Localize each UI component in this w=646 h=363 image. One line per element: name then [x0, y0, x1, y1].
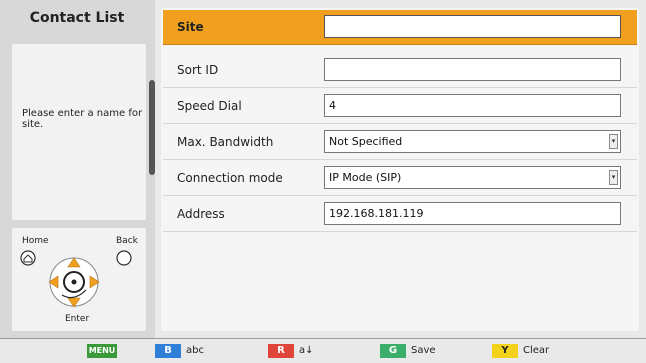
menu-key[interactable]: MENU — [87, 344, 117, 358]
row-address[interactable]: Address 192.168.181.119 — [163, 197, 637, 232]
red-key-label: a↓ — [299, 345, 314, 356]
chevron-down-icon[interactable]: ▾ — [609, 134, 618, 149]
max-bandwidth-label: Max. Bandwidth — [177, 135, 274, 149]
row-speed-dial[interactable]: Speed Dial 4 — [163, 89, 637, 124]
row-sort-id[interactable]: Sort ID — [163, 53, 637, 88]
green-key-label: Save — [411, 345, 436, 356]
site-input[interactable] — [324, 15, 621, 38]
key-guide: MENU B abc R a↓ G Save Y Clear — [0, 339, 646, 363]
address-input[interactable]: 192.168.181.119 — [324, 202, 621, 225]
row-connection-mode[interactable]: Connection mode IP Mode (SIP) ▾ — [163, 161, 637, 196]
sort-id-label: Sort ID — [177, 63, 219, 77]
blue-key-label: abc — [186, 345, 204, 356]
back-button[interactable] — [116, 250, 132, 266]
help-text: Please enter a name for site. — [22, 108, 143, 130]
site-label: Site — [177, 20, 204, 34]
speed-dial-input[interactable]: 4 — [324, 94, 621, 117]
address-label: Address — [177, 207, 225, 221]
max-bandwidth-select[interactable]: Not Specified ▾ — [324, 130, 621, 153]
yellow-key[interactable]: Y — [492, 344, 518, 358]
row-site[interactable]: Site — [163, 10, 637, 45]
yellow-key-label: Clear — [523, 345, 550, 356]
enter-dot — [71, 279, 77, 285]
max-bandwidth-value: Not Specified — [329, 135, 403, 148]
connection-mode-value: IP Mode (SIP) — [329, 171, 402, 184]
sort-id-input[interactable] — [324, 58, 621, 81]
chevron-down-icon[interactable]: ▾ — [609, 170, 618, 185]
red-key[interactable]: R — [268, 344, 294, 358]
blue-key[interactable]: B — [155, 344, 181, 358]
connection-mode-label: Connection mode — [177, 171, 283, 185]
connection-mode-select[interactable]: IP Mode (SIP) ▾ — [324, 166, 621, 189]
green-key[interactable]: G — [380, 344, 406, 358]
sidebar-scrollbar[interactable] — [149, 80, 155, 175]
help-panel: Please enter a name for site. — [12, 44, 146, 220]
dpad-graphic[interactable] — [12, 228, 146, 331]
contact-form: Site Sort ID Speed Dial 4 Max. Bandwidth… — [161, 8, 639, 331]
speed-dial-label: Speed Dial — [177, 99, 242, 113]
sidebar-title: Contact List — [29, 10, 125, 26]
home-button[interactable] — [20, 250, 36, 266]
row-max-bandwidth[interactable]: Max. Bandwidth Not Specified ▾ — [163, 125, 637, 160]
